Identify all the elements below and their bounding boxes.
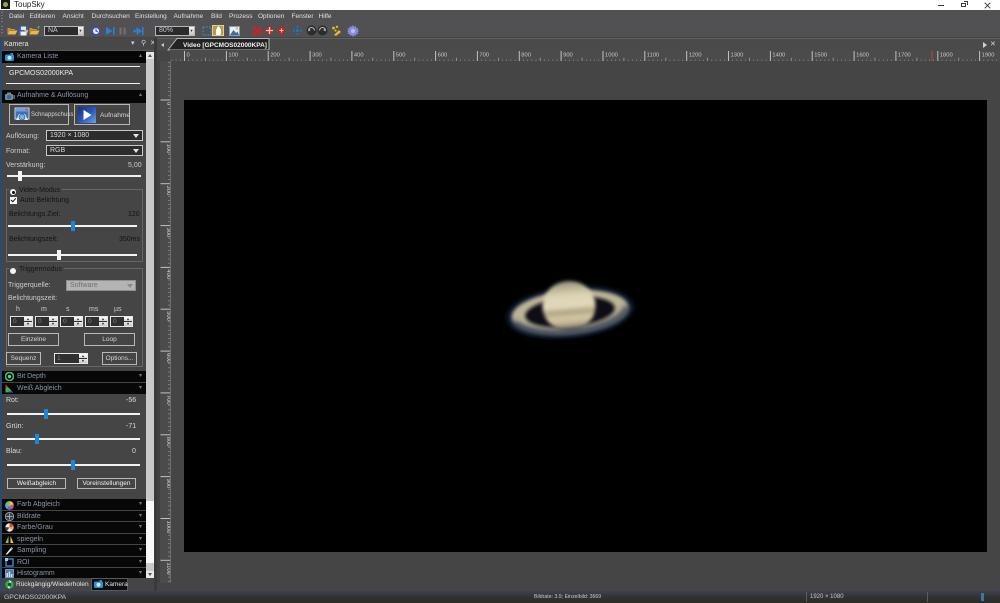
svg-text:1200: 1200: [689, 53, 702, 59]
svg-text:0: 0: [187, 53, 190, 59]
svg-text:300: 300: [312, 53, 322, 59]
svg-text:100: 100: [228, 53, 238, 59]
svg-text:Video [GPCMOS02000KPA]: Video [GPCMOS02000KPA]: [183, 42, 267, 49]
svg-text:1800: 1800: [940, 53, 953, 59]
svg-text:200: 200: [270, 53, 280, 59]
svg-text:1500: 1500: [814, 53, 827, 59]
svg-text:900: 900: [563, 53, 573, 59]
svg-text:1600: 1600: [856, 53, 869, 59]
svg-text:600: 600: [438, 53, 448, 59]
svg-text:1900: 1900: [982, 53, 995, 59]
svg-text:1400: 1400: [772, 53, 785, 59]
svg-text:1700: 1700: [898, 53, 911, 59]
svg-text:1000: 1000: [605, 53, 618, 59]
svg-text:800: 800: [521, 53, 531, 59]
svg-text:1300: 1300: [731, 53, 744, 59]
svg-text:500: 500: [396, 53, 406, 59]
svg-text:400: 400: [354, 53, 364, 59]
svg-text:1100: 1100: [647, 53, 659, 59]
svg-text:700: 700: [479, 53, 489, 59]
